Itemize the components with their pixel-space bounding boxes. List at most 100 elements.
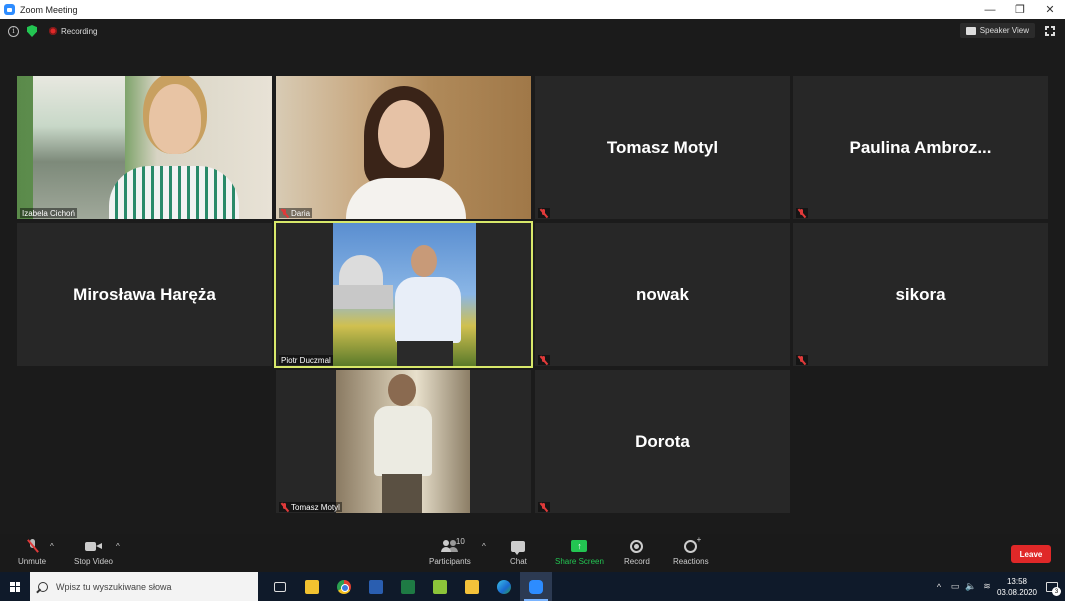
speaker-view-button[interactable]: Speaker View [959, 23, 1035, 38]
window-title: Zoom Meeting [20, 4, 78, 15]
video-tile[interactable]: Mirosława Haręża [17, 223, 272, 366]
search-icon [38, 581, 48, 592]
file-explorer-button[interactable] [296, 572, 328, 601]
meeting-area: i Recording Speaker View Izabela Cichoń [0, 19, 1065, 534]
record-icon [630, 539, 644, 553]
volume-icon[interactable]: 🔈 [963, 572, 979, 601]
mic-muted-icon [540, 208, 548, 218]
mic-muted-icon [540, 502, 548, 512]
edge-icon [497, 579, 511, 594]
participant-video [17, 76, 272, 219]
mic-muted-icon [281, 208, 289, 218]
participant-label: Izabela Cichoń [20, 208, 77, 218]
zoom-logo-icon [4, 4, 15, 15]
participant-name-center: Mirosława Haręża [73, 284, 216, 304]
participant-figure [370, 374, 436, 513]
tray-chevron-icon[interactable]: ^ [931, 572, 947, 601]
notepad-plus-icon [433, 579, 447, 594]
unmute-button[interactable]: Unmute [18, 539, 46, 566]
task-view-icon [274, 581, 286, 592]
video-tile[interactable]: Izabela Cichoń [17, 76, 272, 219]
audio-options-caret-icon[interactable]: ^ [50, 542, 54, 551]
video-options-caret-icon[interactable]: ^ [116, 542, 120, 551]
mic-muted-icon [798, 208, 806, 218]
share-screen-button[interactable]: ↑ Share Screen [555, 539, 604, 566]
notification-center-button[interactable]: 3 [1039, 572, 1065, 601]
close-button[interactable]: ✕ [1035, 0, 1065, 19]
participant-video [333, 223, 476, 366]
stop-video-button[interactable]: Stop Video [74, 539, 113, 566]
video-tile[interactable]: Daria [276, 76, 531, 219]
video-tile[interactable]: Tomasz Motyl [276, 370, 531, 513]
participant-name: Tomasz Motyl [291, 502, 340, 512]
participant-name: Daria [291, 208, 311, 218]
video-tile[interactable]: sikora [793, 223, 1048, 366]
clock-time: 13:58 [1006, 576, 1028, 586]
participant-label [796, 355, 808, 365]
shield-icon[interactable] [27, 25, 37, 37]
participant-figure [389, 241, 469, 366]
active-speaker-tile[interactable]: Piotr Duczmal [274, 221, 533, 368]
recording-indicator[interactable]: Recording [49, 27, 97, 36]
search-input[interactable] [56, 581, 246, 592]
sticky-notes-icon [465, 579, 479, 594]
participant-label: Tomasz Motyl [279, 502, 342, 512]
wifi-icon[interactable]: ≋ [979, 572, 995, 601]
video-tile[interactable]: Dorota [535, 370, 790, 513]
record-button[interactable]: Record [624, 539, 650, 566]
speaker-view-icon [965, 26, 976, 35]
windows-logo-icon [10, 581, 20, 592]
participant-label [538, 502, 550, 512]
start-button[interactable] [0, 572, 30, 601]
minimize-button[interactable]: — [975, 0, 1005, 19]
participant-name: Piotr Duczmal [281, 355, 331, 365]
notepad-plus-button[interactable] [424, 572, 456, 601]
participant-name-center: sikora [895, 284, 946, 304]
zoom-taskbar-button[interactable] [520, 572, 552, 601]
task-view-button[interactable] [264, 572, 296, 601]
window-controls: — ❐ ✕ [975, 0, 1065, 19]
observatory-building [333, 285, 393, 309]
sticky-notes-button[interactable] [456, 572, 488, 601]
reactions-button[interactable]: Reactions [673, 535, 709, 567]
word-icon [369, 579, 383, 594]
word-button[interactable] [360, 572, 392, 601]
edge-button[interactable] [488, 572, 520, 601]
participant-name-center: Paulina Ambroz... [849, 137, 992, 157]
taskbar-apps [264, 572, 552, 601]
taskbar-clock[interactable]: 13:58 03.08.2020 [995, 576, 1039, 598]
notification-badge: 3 [1052, 587, 1061, 596]
participants-options-caret-icon[interactable]: ^ [482, 542, 486, 551]
video-camera-icon [84, 541, 103, 552]
recording-label: Recording [61, 26, 98, 36]
folder-icon [305, 579, 319, 594]
participant-name-center: Dorota [635, 431, 690, 451]
excel-icon [401, 579, 415, 594]
participant-label: Piotr Duczmal [279, 355, 333, 365]
video-tile[interactable]: Paulina Ambroz... [793, 76, 1048, 219]
system-tray: ^ ▭ 🔈 ≋ 13:58 03.08.2020 3 [931, 572, 1065, 601]
leave-button[interactable]: Leave [1011, 545, 1051, 563]
taskbar-search[interactable] [30, 572, 258, 601]
zoom-window: Zoom Meeting — ❐ ✕ i Recording Speaker V… [0, 0, 1065, 601]
meeting-toolbar: Unmute ^ Stop Video ^ 10 Participants ^ … [0, 534, 1065, 572]
battery-icon[interactable]: ▭ [947, 572, 963, 601]
participant-figure [109, 84, 239, 219]
reactions-icon [684, 535, 701, 553]
info-icon[interactable]: i [8, 25, 19, 37]
meeting-info-bar: i Recording [8, 25, 97, 37]
excel-button[interactable] [392, 572, 424, 601]
clock-date: 03.08.2020 [996, 587, 1038, 597]
video-tile[interactable]: Tomasz Motyl [535, 76, 790, 219]
fullscreen-icon[interactable] [1044, 25, 1056, 37]
speaker-view-label: Speaker View [979, 26, 1029, 35]
title-bar: Zoom Meeting — ❐ ✕ [0, 0, 1065, 19]
chat-button[interactable]: Chat [510, 539, 527, 566]
participant-name: Izabela Cichoń [22, 208, 75, 218]
participants-button[interactable]: 10 Participants [429, 537, 471, 566]
participant-label [796, 208, 808, 218]
chrome-button[interactable] [328, 572, 360, 601]
restore-button[interactable]: ❐ [1005, 0, 1035, 19]
participants-count: 10 [455, 537, 465, 546]
video-tile[interactable]: nowak [535, 223, 790, 366]
